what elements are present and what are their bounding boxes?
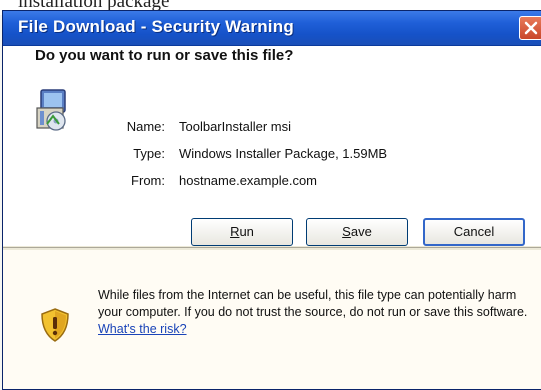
from-value: hostname.example.com: [179, 173, 318, 188]
title-bar[interactable]: File Download - Security Warning: [3, 11, 541, 46]
installer-package-icon: [36, 89, 66, 131]
run-label-rest: un: [239, 224, 254, 239]
save-label-rest: ave: [350, 224, 372, 239]
shield-warning-icon: [41, 308, 69, 342]
type-value: Windows Installer Package, 1.59MB: [179, 146, 388, 161]
close-icon: [524, 21, 538, 35]
type-label: Type:: [133, 146, 165, 161]
whats-the-risk-link[interactable]: What's the risk?: [98, 322, 187, 336]
warning-message: While files from the Internet can be use…: [98, 287, 538, 338]
name-label: Name:: [126, 119, 165, 134]
security-warning-dialog: File Download - Security Warning Do you …: [2, 10, 541, 390]
dialog-question: Do you want to run or save this file?: [35, 47, 294, 64]
save-mnemonic: S: [342, 224, 351, 239]
name-value: ToolbarInstaller msi: [179, 119, 291, 134]
run-button[interactable]: Run: [191, 218, 293, 246]
from-label: From:: [131, 173, 165, 188]
cancel-button[interactable]: Cancel: [423, 218, 525, 246]
warning-text: While files from the Internet can be use…: [98, 288, 528, 319]
window-title: File Download - Security Warning: [18, 17, 294, 36]
close-button[interactable]: [519, 16, 541, 40]
save-button[interactable]: Save: [306, 218, 408, 246]
